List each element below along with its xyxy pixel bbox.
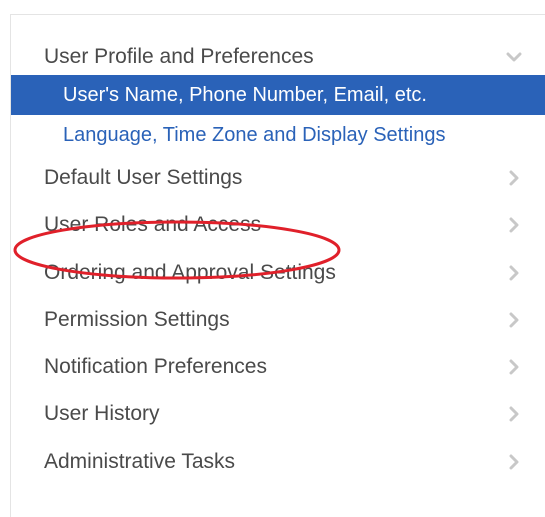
menu-subitem-label: User's Name, Phone Number, Email, etc. — [63, 83, 427, 106]
chevron-right-icon — [506, 170, 522, 186]
menu-section-default-user-settings[interactable]: Default User Settings — [11, 158, 545, 198]
chevron-down-icon — [506, 49, 522, 65]
menu-section-label: Ordering and Approval Settings — [44, 261, 336, 284]
settings-menu-panel: User Profile and Preferences User's Name… — [10, 14, 545, 517]
menu-section-administrative-tasks[interactable]: Administrative Tasks — [11, 442, 545, 482]
menu-section-user-history[interactable]: User History — [11, 394, 545, 434]
menu-section-label: Notification Preferences — [44, 355, 267, 378]
menu-section-label: Administrative Tasks — [44, 450, 236, 473]
menu-subitem-language-timezone[interactable]: Language, Time Zone and Display Settings — [11, 115, 545, 155]
menu-section-user-roles-access[interactable]: User Roles and Access — [11, 205, 545, 245]
menu-subitem-label: Language, Time Zone and Display Settings — [63, 123, 446, 146]
menu-section-label: User History — [44, 402, 160, 425]
chevron-right-icon — [506, 265, 522, 281]
chevron-right-icon — [506, 312, 522, 328]
menu-section-label: User Profile and Preferences — [44, 45, 314, 68]
menu-section-label: User Roles and Access — [44, 213, 262, 236]
menu-section-ordering-approval[interactable]: Ordering and Approval Settings — [11, 253, 545, 293]
menu-section-label: Permission Settings — [44, 308, 230, 331]
chevron-right-icon — [506, 454, 522, 470]
chevron-right-icon — [506, 406, 522, 422]
menu-section-notification-preferences[interactable]: Notification Preferences — [11, 347, 545, 387]
chevron-right-icon — [506, 359, 522, 375]
menu-section-label: Default User Settings — [44, 166, 243, 189]
menu-subitem-name-phone-email[interactable]: User's Name, Phone Number, Email, etc. — [11, 75, 545, 115]
menu-section-user-profile[interactable]: User Profile and Preferences — [11, 37, 545, 77]
chevron-right-icon — [506, 217, 522, 233]
menu-section-permission-settings[interactable]: Permission Settings — [11, 300, 545, 340]
